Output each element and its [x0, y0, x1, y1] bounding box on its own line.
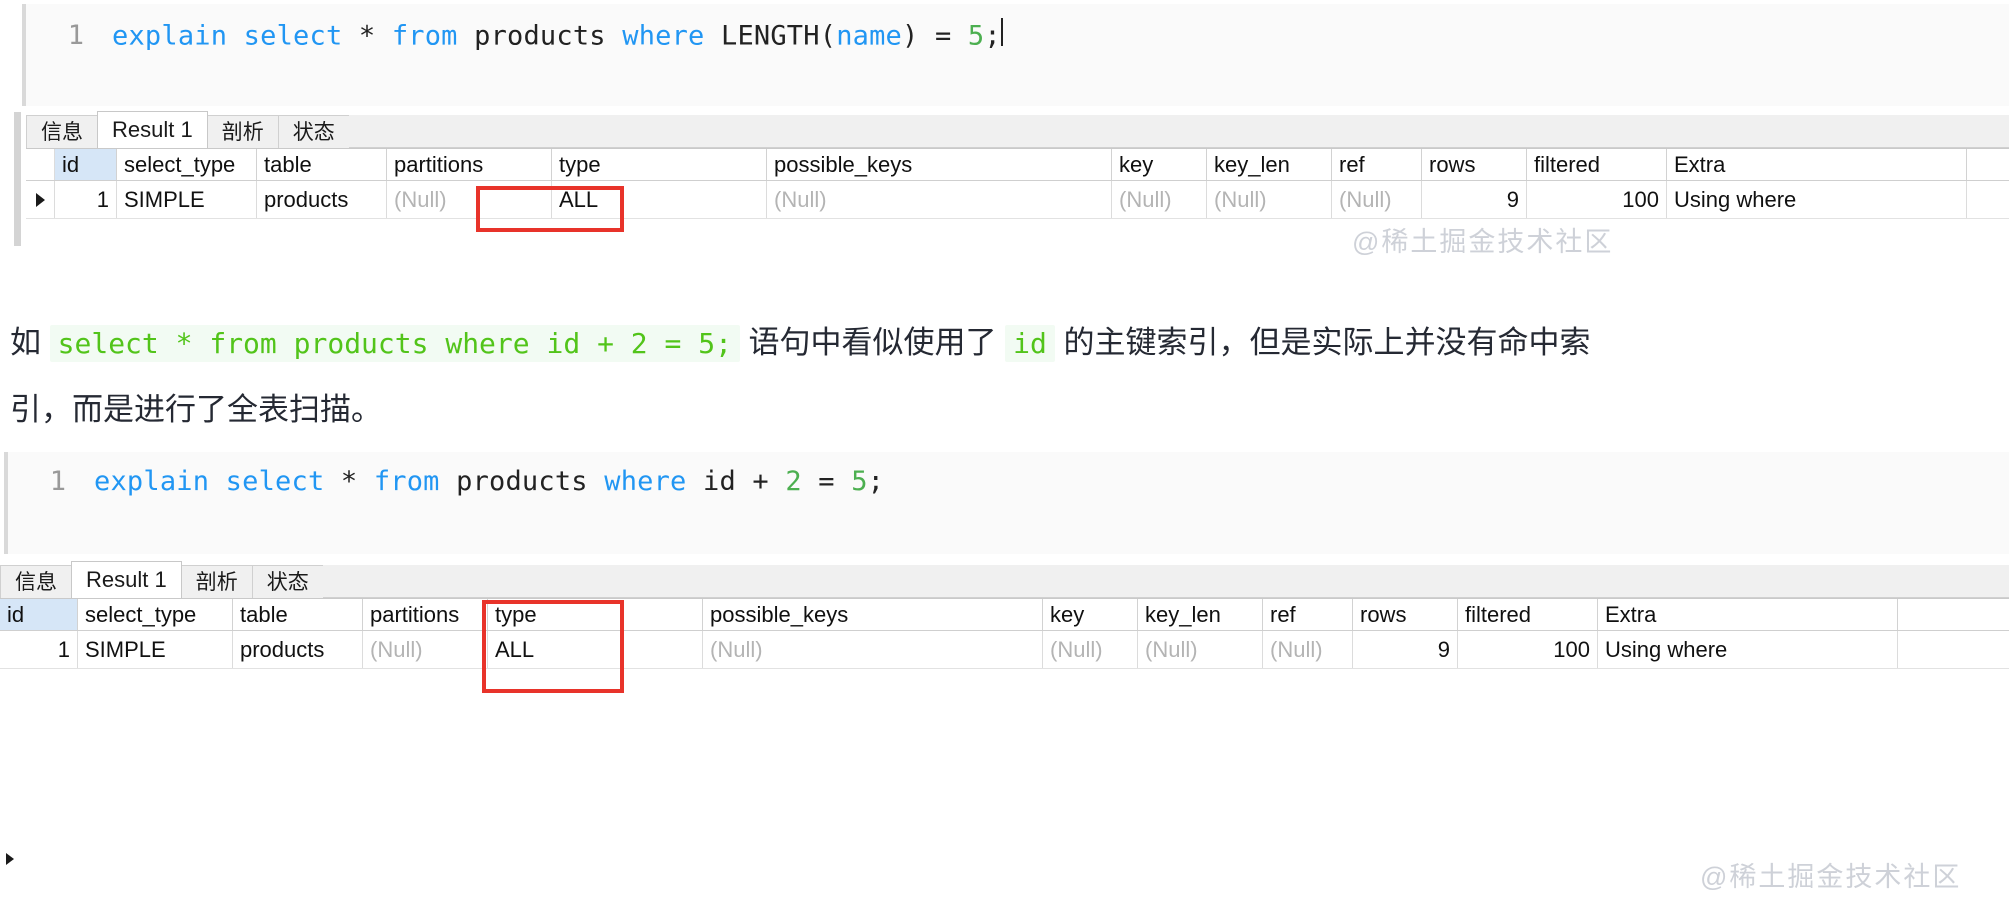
tab-profile-2[interactable]: 剖析 [180, 565, 253, 598]
row-marker-header [26, 149, 55, 180]
col-header-partitions[interactable]: partitions [363, 599, 488, 630]
cell-key: (Null) [1043, 631, 1138, 668]
col-header-rows[interactable]: rows [1353, 599, 1458, 630]
cell-select-type: SIMPLE [78, 631, 233, 668]
explain-grid-2: id select_type table partitions type pos… [0, 598, 2009, 669]
col-header-key[interactable]: key [1043, 599, 1138, 630]
cell-possible-keys: (Null) [703, 631, 1043, 668]
cell-partitions: (Null) [363, 631, 488, 668]
text-caret [1000, 18, 1003, 47]
grid-header-row: id select_type table partitions type pos… [0, 599, 2009, 631]
col-header-table[interactable]: table [257, 149, 387, 180]
row-marker-current[interactable] [26, 181, 55, 218]
grid-header-row: id select_type table partitions type pos… [26, 149, 2009, 181]
code-text-1[interactable]: explain select * from products where LEN… [112, 18, 1003, 51]
col-header-partitions[interactable]: partitions [387, 149, 552, 180]
tabstrip-2: 信息 Result 1 剖析 状态 [0, 561, 2009, 598]
row-pointer-icon [35, 192, 45, 207]
col-header-rows[interactable]: rows [1422, 149, 1527, 180]
col-header-extra[interactable]: Extra [1598, 599, 1898, 630]
explanation-paragraph: 如 select * from products where id + 2 = … [10, 312, 2000, 441]
cell-table: products [257, 181, 387, 218]
col-header-type[interactable]: type [488, 599, 703, 630]
cell-rows: 9 [1422, 181, 1527, 218]
code-block-1: 1 explain select * from products where L… [22, 4, 2009, 106]
cell-type: ALL [552, 181, 767, 218]
cell-possible-keys: (Null) [767, 181, 1112, 218]
col-header-extra[interactable]: Extra [1667, 149, 1967, 180]
col-header-key-len[interactable]: key_len [1138, 599, 1263, 630]
cell-type: ALL [488, 631, 703, 668]
result-panel-1: 信息 Result 1 剖析 状态 id select_type table p… [14, 111, 2009, 257]
tab-info-2[interactable]: 信息 [0, 565, 72, 598]
tabstrip-1: 信息 Result 1 剖析 状态 [26, 111, 2009, 148]
cell-filtered: 100 [1527, 181, 1667, 218]
cell-ref: (Null) [1263, 631, 1353, 668]
line-number: 1 [67, 20, 84, 52]
cell-id: 1 [55, 181, 117, 218]
prose-mid: 语句中看似使用了 [748, 325, 997, 360]
col-header-table[interactable]: table [233, 599, 363, 630]
inline-code-query: select * from products where id + 2 = 5; [49, 325, 740, 362]
watermark-1: @稀土掘金技术社区 [1352, 227, 1614, 257]
cell-rows: 9 [1353, 631, 1458, 668]
tab-info[interactable]: 信息 [26, 115, 98, 148]
col-header-select-type[interactable]: select_type [78, 599, 233, 630]
tab-profile[interactable]: 剖析 [206, 115, 279, 148]
tabstrip-filler-2 [322, 565, 2009, 598]
prose-lead: 如 [10, 325, 41, 360]
col-header-key-len[interactable]: key_len [1207, 149, 1332, 180]
code-line: 1 explain select * from products where L… [26, 4, 2009, 51]
panel-left-edge [14, 112, 21, 246]
col-header-filtered[interactable]: filtered [1527, 149, 1667, 180]
cell-extra: Using where [1598, 631, 1898, 668]
tab-result-1-2[interactable]: Result 1 [71, 561, 182, 598]
col-header-filtered[interactable]: filtered [1458, 599, 1598, 630]
cell-key-len: (Null) [1207, 181, 1332, 218]
col-header-key[interactable]: key [1112, 149, 1207, 180]
code-block-2: 1 explain select * from products where i… [4, 452, 2009, 554]
code-line: 1 explain select * from products where i… [8, 452, 2009, 497]
col-header-ref[interactable]: ref [1332, 149, 1422, 180]
cell-select-type: SIMPLE [117, 181, 257, 218]
col-header-id[interactable]: id [55, 149, 117, 180]
prose-tail: 的主键索引，但是实际上并没有命中索 [1063, 325, 1591, 360]
cell-key-len: (Null) [1138, 631, 1263, 668]
watermark-2: @稀土掘金技术社区 [1700, 862, 1962, 892]
cell-filtered: 100 [1458, 631, 1598, 668]
table-row[interactable]: 1 SIMPLE products (Null) ALL (Null) (Nul… [26, 181, 2009, 219]
col-header-select-type[interactable]: select_type [117, 149, 257, 180]
code-text-2[interactable]: explain select * from products where id … [94, 466, 884, 497]
cell-extra: Using where [1667, 181, 1967, 218]
table-row[interactable]: 1 SIMPLE products (Null) ALL (Null) (Nul… [0, 631, 2009, 669]
col-header-possible-keys[interactable]: possible_keys [703, 599, 1043, 630]
inline-code-id: id [1005, 325, 1055, 362]
tab-result-1[interactable]: Result 1 [97, 111, 208, 148]
col-header-type[interactable]: type [552, 149, 767, 180]
tab-status[interactable]: 状态 [277, 115, 350, 148]
explain-grid-1: id select_type table partitions type pos… [26, 148, 2009, 219]
col-header-id[interactable]: id [0, 599, 78, 630]
tab-status-2[interactable]: 状态 [251, 565, 324, 598]
result-panel-2: 信息 Result 1 剖析 状态 id select_type table p… [0, 561, 2009, 892]
cell-table: products [233, 631, 363, 668]
tabstrip-filler [348, 115, 2009, 148]
cell-ref: (Null) [1332, 181, 1422, 218]
row-pointer-icon-2 [6, 853, 14, 865]
col-header-ref[interactable]: ref [1263, 599, 1353, 630]
cell-partitions: (Null) [387, 181, 552, 218]
line-number: 1 [49, 466, 66, 497]
prose-line-2: 引，而是进行了全表扫描。 [10, 392, 382, 427]
cell-key: (Null) [1112, 181, 1207, 218]
cell-id: 1 [0, 631, 78, 668]
col-header-possible-keys[interactable]: possible_keys [767, 149, 1112, 180]
